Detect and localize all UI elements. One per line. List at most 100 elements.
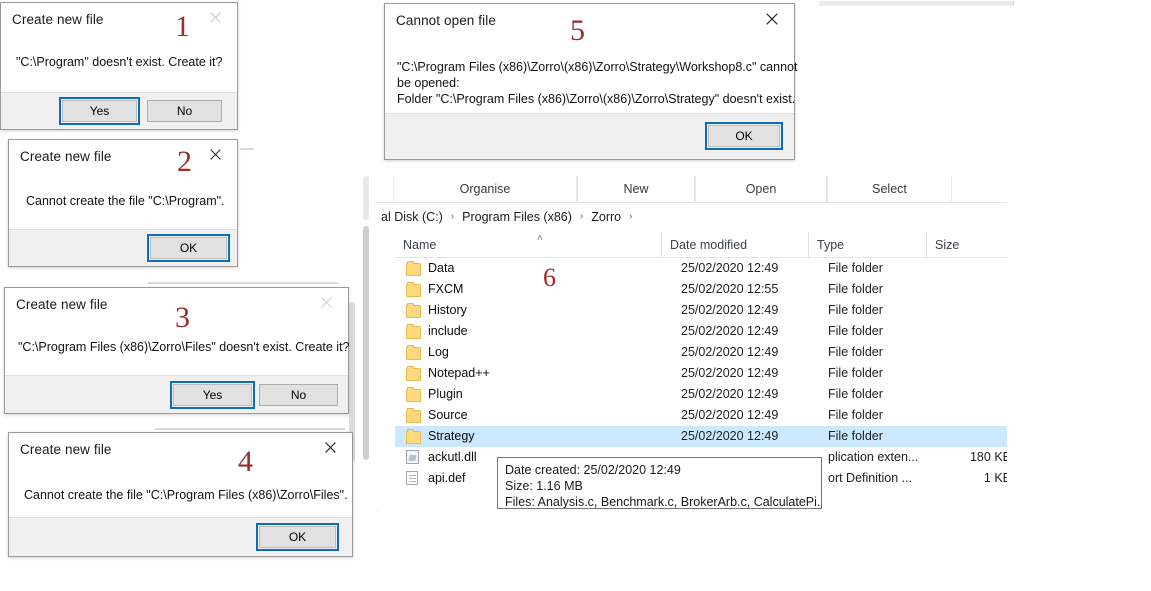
file-date-cell: 25/02/2020 12:49 [681,303,779,317]
folder-icon [406,324,422,340]
ribbon-group-select[interactable]: Select [827,176,952,202]
stray-window-edge-right [1013,1,1014,5]
folder-icon-glyph [406,429,421,444]
button-label: OK [288,530,307,544]
folder-icon-glyph [406,303,421,318]
file-tooltip: Date created: 25/02/2020 12:49 Size: 1.1… [497,457,822,509]
dialog-create-new-file-4[interactable]: Create new file Cannot create the file "… [8,432,353,557]
dialog-body: Cannot create the file "C:\Program Files… [9,462,352,518]
callout-number-1: 1 [175,10,190,43]
ribbon-group-open[interactable]: Open [695,176,827,202]
callout-number-6: 6 [543,263,556,292]
button-label: No [176,104,193,118]
ribbon-group-label: New [623,182,649,196]
column-headers: Name ˄ Date modified Type Size [395,232,1007,258]
file-row[interactable]: Source 25/02/2020 12:49 File folder [395,405,1007,426]
breadcrumb-item-drive[interactable]: al Disk (C:) [379,210,445,224]
column-header-name[interactable]: Name ˄ [395,232,661,257]
breadcrumb-item-program-files[interactable]: Program Files (x86) [460,210,574,224]
file-name-cell: Notepad++ [428,366,490,380]
folder-icon-glyph [406,408,421,423]
file-date-cell: 25/02/2020 12:49 [681,345,779,359]
close-icon[interactable] [304,288,348,317]
no-button[interactable]: No [147,100,222,122]
button-label: OK [179,241,198,255]
column-header-label: Size [935,237,960,252]
file-date-cell: 25/02/2020 12:55 [681,282,779,296]
ok-button[interactable]: OK [705,122,783,150]
close-icon[interactable] [193,3,237,32]
dialog-body: Cannot create the file "C:\Program". [9,169,237,230]
folder-icon [406,408,422,424]
button-label: OK [735,129,753,143]
no-button[interactable]: No [259,384,338,406]
file-icon-glyph [406,471,418,485]
file-type-cell: File folder [828,324,883,338]
file-row[interactable]: include 25/02/2020 12:49 File folder [395,321,1007,342]
callout-number-2: 2 [177,145,192,178]
folder-icon-glyph [406,324,421,339]
dialog-footer: Yes No [5,375,348,413]
file-name-cell: Source [428,408,468,422]
file-row[interactable]: History 25/02/2020 12:49 File folder [395,300,1007,321]
folder-icon [406,366,422,382]
file-name-cell: ackutl.dll [428,450,477,464]
file-row[interactable]: Strategy 25/02/2020 12:49 File folder [395,426,1007,447]
yes-button[interactable]: Yes [59,97,140,125]
close-icon[interactable] [308,433,352,462]
button-label: No [290,388,307,402]
close-icon[interactable] [193,140,237,169]
file-type-cell: File folder [828,366,883,380]
column-header-date-modified[interactable]: Date modified [661,232,808,257]
file-row[interactable]: FXCM 25/02/2020 12:55 File folder [395,279,1007,300]
file-name-cell: Strategy [428,429,475,443]
explorer-ribbon[interactable]: Organise New Open Select [375,176,1007,203]
folder-icon [406,387,422,403]
breadcrumb[interactable]: al Disk (C:) › Program Files (x86) › Zor… [375,203,1007,230]
scrollbar-thumb-inner-2[interactable] [363,226,369,460]
close-icon[interactable] [750,4,794,33]
background-window-edge-dialog2 [240,148,254,150]
ribbon-group-new[interactable]: New [577,176,695,202]
folder-icon [406,261,422,277]
ok-button[interactable]: OK [256,523,339,551]
column-header-label: Type [817,237,845,252]
file-type-cell: File folder [828,303,883,317]
dialog-body: "C:\Program Files (x86)\Zorro\(x86)\Zorr… [385,33,797,114]
dialog-create-new-file-1[interactable]: Create new file "C:\Program" doesn't exi… [0,2,238,130]
ok-button[interactable]: OK [147,234,230,262]
tooltip-line-date: Date created: 25/02/2020 12:49 [505,463,681,477]
ribbon-group-label: Open [745,182,777,196]
file-row[interactable]: Notepad++ 25/02/2020 12:49 File folder [395,363,1007,384]
file-name-cell: History [428,303,467,317]
file-icon [406,471,422,485]
breadcrumb-item-zorro[interactable]: Zorro [589,210,623,224]
file-date-cell: 25/02/2020 12:49 [681,429,779,443]
button-label: Yes [89,104,110,118]
tooltip-line-size: Size: 1.16 MB [505,479,583,493]
dialog-title: Create new file [20,149,112,164]
file-row[interactable]: Log 25/02/2020 12:49 File folder [395,342,1007,363]
file-type-cell: File folder [828,261,883,275]
column-header-size[interactable]: Size [926,232,1007,257]
folder-icon-glyph [406,282,421,297]
file-row[interactable]: Data 25/02/2020 12:49 File folder [395,258,1007,279]
chevron-right-icon: › [629,211,633,222]
ribbon-group-organise[interactable]: Organise [393,176,577,202]
yes-button[interactable]: Yes [170,381,255,409]
file-date-cell: 25/02/2020 12:49 [681,366,779,380]
file-row[interactable]: Plugin 25/02/2020 12:49 File folder [395,384,1007,405]
folder-icon-glyph [406,261,421,276]
file-date-cell: 25/02/2020 12:49 [681,387,779,401]
dialog-create-new-file-2[interactable]: Create new file Cannot create the file "… [8,139,238,267]
column-header-type[interactable]: Type [808,232,926,257]
background-window-edge-dialog3 [148,282,338,284]
file-name-cell: FXCM [428,282,464,296]
dialog-cannot-open-file-5[interactable]: Cannot open file "C:\Program Files (x86)… [384,3,797,160]
dialog-title: Create new file [12,12,104,27]
explorer-nav-scrollbar[interactable] [362,176,371,460]
scrollbar-thumb-inner[interactable] [363,176,369,220]
file-date-cell: 25/02/2020 12:49 [681,324,779,338]
file-name-cell: api.def [428,471,466,485]
column-header-label: Name [403,237,437,252]
